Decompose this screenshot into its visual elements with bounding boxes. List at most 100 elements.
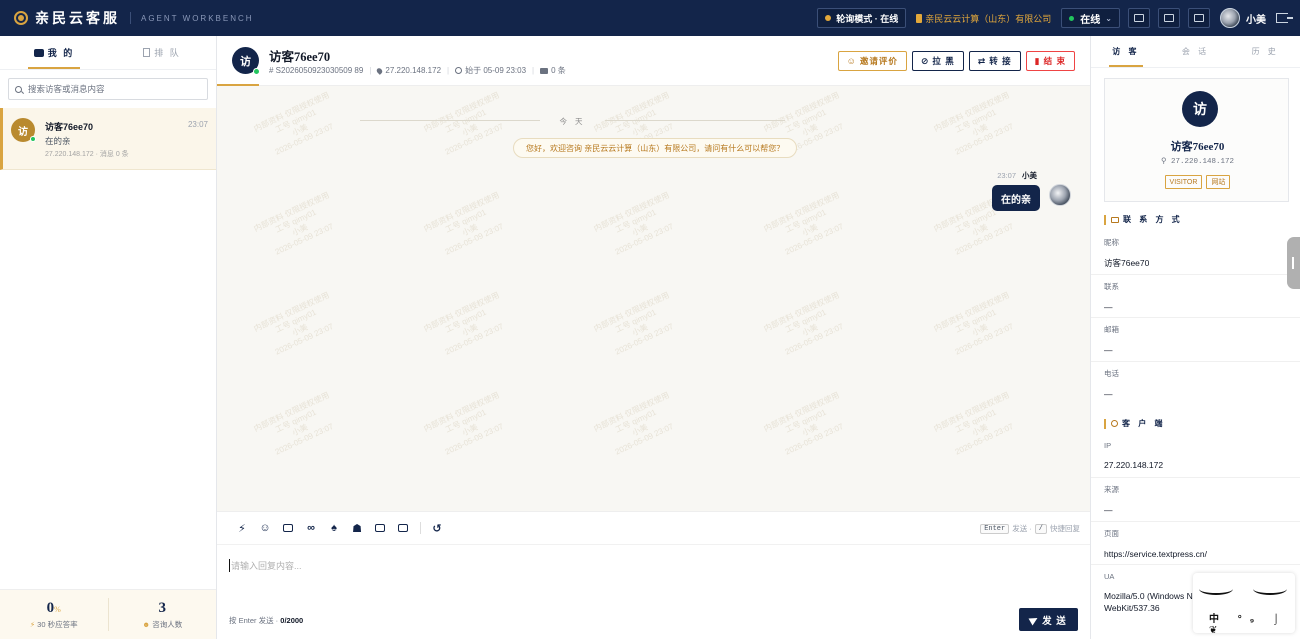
ua-line-2: WebKit/537.36 bbox=[1104, 603, 1160, 613]
transfer-button[interactable]: ⇄ 转 接 bbox=[968, 51, 1021, 71]
send-icon bbox=[1028, 614, 1040, 625]
visitor-ip: 27.220.148.172 bbox=[385, 66, 442, 75]
field-nickname: 昵称 访客76ee70 bbox=[1091, 237, 1300, 275]
field-value: — bbox=[1104, 302, 1113, 312]
divider bbox=[420, 522, 421, 534]
brand-subtitle: AGENT WORKBENCH bbox=[141, 13, 254, 23]
session-name: 访客76ee70 bbox=[45, 122, 94, 132]
mascot-toolbar: 中 °₉ ⌡ ❦ bbox=[1209, 614, 1288, 636]
block-button[interactable]: ⊘ 拉 黑 bbox=[911, 51, 964, 71]
source-tag: 网站 bbox=[1206, 175, 1231, 189]
visitor-count-value: 3 bbox=[158, 599, 167, 616]
session-meta: 27.220.148.172 · 消息 0 条 bbox=[45, 151, 129, 158]
search-input[interactable]: 搜索访客或消息内容 bbox=[8, 78, 208, 100]
hourglass-icon bbox=[143, 48, 151, 57]
visitor-count-stat: 3 ☻ 咨询人数 bbox=[109, 590, 217, 639]
keyboard-button[interactable] bbox=[1188, 8, 1210, 28]
tab-queue[interactable]: 排 队 bbox=[108, 36, 216, 69]
field-key: 电话 bbox=[1104, 369, 1119, 378]
reply-input[interactable]: 请输入回复内容... bbox=[217, 545, 1090, 605]
poll-mode-label: 轮询模式 · 在线 bbox=[836, 13, 899, 24]
visitor-name: 访客76ee70 bbox=[1170, 141, 1225, 153]
field-page: 页面 https://service.textpress.cn/ bbox=[1091, 528, 1300, 565]
poll-mode-badge[interactable]: 轮询模式 · 在线 bbox=[817, 8, 907, 28]
invite-rating-button[interactable]: ☺ 邀请评价 bbox=[837, 51, 907, 71]
search-icon bbox=[15, 85, 22, 93]
field-phone: 电话 — bbox=[1104, 368, 1284, 400]
top-bar: 亲民云客服 AGENT WORKBENCH 轮询模式 · 在线 亲民云云计算（山… bbox=[0, 0, 1300, 36]
block-label: 拉 黑 bbox=[932, 56, 955, 66]
online-dot-icon bbox=[30, 136, 36, 142]
response-rate-stat: 0% ⚡ 30 秒应答率 bbox=[0, 590, 108, 639]
clipboard-button[interactable] bbox=[1128, 8, 1150, 28]
bell-icon[interactable]: ♠ bbox=[326, 520, 342, 536]
message-count: 0 条 bbox=[551, 66, 566, 75]
ua-line-1: Mozilla/5.0 (Windows N bbox=[1104, 591, 1193, 601]
watermark: 内部资料 仅限授权使用工号 qimy01小美2026-05-09 23:07 bbox=[592, 190, 675, 257]
watermark: 内部资料 仅限授权使用工号 qimy01小美2026-05-09 23:07 bbox=[762, 390, 845, 457]
message-time: 23:07 bbox=[997, 171, 1016, 180]
mascot-widget[interactable]: 中 °₉ ⌡ ❦ bbox=[1193, 573, 1295, 636]
response-rate-unit: % bbox=[54, 604, 61, 614]
send-button[interactable]: 发 送 bbox=[1019, 608, 1078, 631]
field-value: 27.220.148.172 bbox=[1104, 460, 1164, 470]
watermark: 内部资料 仅限授权使用工号 qimy01小美2026-05-09 23:07 bbox=[592, 390, 675, 457]
team-button[interactable] bbox=[1158, 8, 1180, 28]
bolt-icon: ⚡ bbox=[29, 619, 36, 629]
link-icon[interactable]: ∞ bbox=[303, 520, 319, 536]
brand: 亲民云客服 AGENT WORKBENCH bbox=[0, 0, 254, 36]
brand-name: 亲民云客服 bbox=[35, 12, 120, 27]
tab-history[interactable]: 历 史 bbox=[1230, 36, 1300, 67]
field-key: IP bbox=[1104, 441, 1112, 450]
company-name: 亲民云云计算（山东）有限公司 bbox=[925, 13, 1052, 24]
status-dropdown[interactable]: 在线 ⌄ bbox=[1061, 8, 1120, 28]
clipboard-icon bbox=[1134, 14, 1144, 22]
history-icon[interactable]: ↺ bbox=[429, 520, 445, 536]
session-id: # S2026050923030509 89 bbox=[269, 66, 364, 75]
panel-toggle-handle[interactable] bbox=[1287, 237, 1300, 289]
visitor-ip: ⚲ 27.220.148.172 bbox=[1105, 156, 1290, 166]
globe-icon bbox=[1111, 420, 1118, 427]
image-icon[interactable] bbox=[280, 520, 296, 536]
logout-icon[interactable] bbox=[1276, 13, 1293, 23]
date-label: 今 天 bbox=[553, 116, 592, 127]
quick-reply-icon[interactable]: ⚡ bbox=[234, 520, 250, 536]
end-button[interactable]: ▮ 结 束 bbox=[1025, 51, 1075, 71]
session-sidebar: 我 的 排 队 搜索访客或消息内容 访 访客76ee70 23:07 在的亲 2… bbox=[0, 36, 217, 639]
visitor-ip-value: 27.220.148.172 bbox=[1170, 158, 1234, 166]
ticket-icon[interactable] bbox=[395, 520, 411, 536]
composer-footer: 按 Enter 发送 · 0/2000 发 送 bbox=[217, 605, 1090, 639]
avatar-letter: 访 bbox=[18, 126, 28, 138]
invite-rating-label: 邀请评价 bbox=[859, 56, 898, 66]
status-dot-icon bbox=[825, 15, 832, 21]
tab-mine[interactable]: 我 的 bbox=[0, 36, 108, 69]
people-icon[interactable]: ☗ bbox=[349, 520, 365, 536]
enter-key: Enter bbox=[980, 523, 1010, 534]
field-key: 来源 bbox=[1104, 485, 1119, 494]
field-key: 邮箱 bbox=[1104, 325, 1119, 334]
watermark: 内部资料 仅限授权使用工号 qimy01小美2026-05-09 23:07 bbox=[762, 190, 845, 257]
tab-session[interactable]: 会 话 bbox=[1161, 36, 1231, 67]
session-item[interactable]: 访 访客76ee70 23:07 在的亲 27.220.148.172 · 消息… bbox=[0, 108, 216, 170]
field-value: https://service.textpress.cn/ bbox=[1104, 549, 1207, 559]
session-time: 23:07 bbox=[187, 120, 208, 129]
field-value: — bbox=[1104, 345, 1113, 355]
tab-visitor[interactable]: 访 客 bbox=[1091, 36, 1161, 67]
slash-key: / bbox=[1034, 523, 1047, 534]
watermark: 内部资料 仅限授权使用工号 qimy01小美2026-05-09 23:07 bbox=[422, 390, 505, 457]
card-icon[interactable] bbox=[372, 520, 388, 536]
emoji-icon[interactable]: ☺ bbox=[257, 520, 273, 536]
watermark: 内部资料 仅限授权使用工号 qimy01小美2026-05-09 23:07 bbox=[252, 90, 335, 157]
watermark: 内部资料 仅限授权使用工号 qimy01小美2026-05-09 23:07 bbox=[422, 90, 505, 157]
field-key: 昵称 bbox=[1104, 238, 1119, 247]
visitor-avatar: 访 bbox=[11, 118, 36, 142]
hint-quick: 快捷回复 bbox=[1050, 524, 1080, 533]
contact-section-title: 联 系 方 式 bbox=[1104, 214, 1183, 225]
field-source: 来源 — bbox=[1091, 484, 1300, 522]
user-menu[interactable]: 小美 bbox=[1220, 8, 1266, 28]
shortcut-hint: Enter 发送 · / 快捷回复 bbox=[977, 523, 1080, 534]
visitor-tag: VISITOR bbox=[1164, 175, 1203, 189]
clock-icon bbox=[455, 67, 463, 74]
chat-title: 访客76ee70 bbox=[269, 50, 331, 64]
location-icon: ⚲ bbox=[1160, 158, 1171, 166]
